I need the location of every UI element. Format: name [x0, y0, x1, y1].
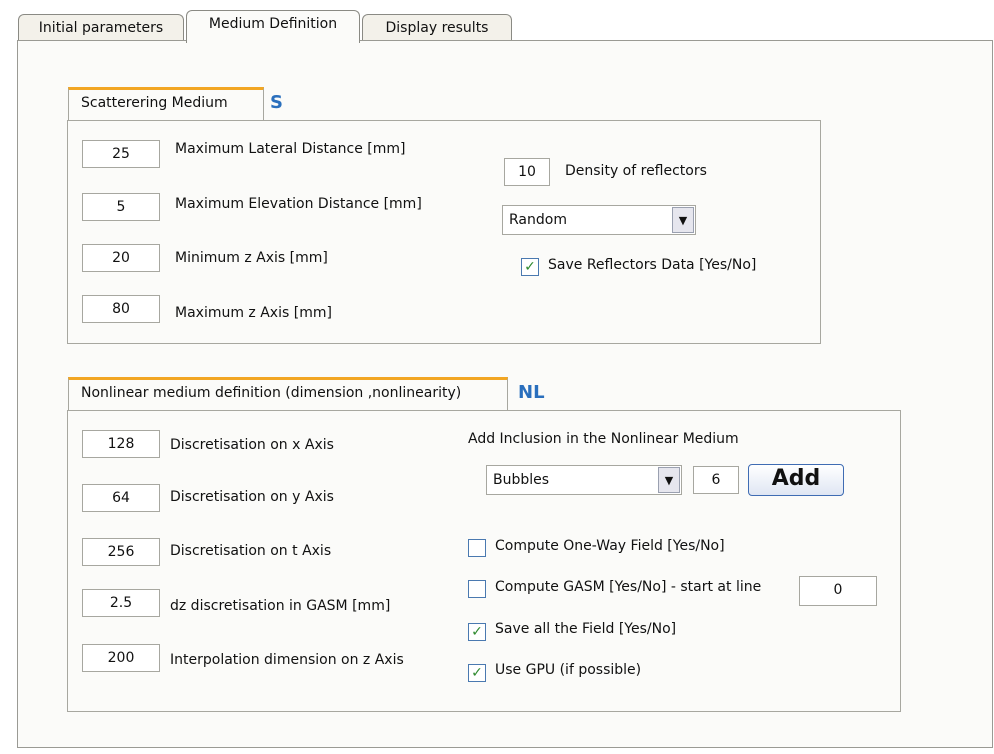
compute-gasm-label: Compute GASM [Yes/No] - start at line	[495, 579, 762, 595]
z-interpolation-label: Interpolation dimension on z Axis	[170, 652, 404, 668]
save-all-field-checkbox[interactable]: ✓	[468, 623, 486, 641]
x-discretisation-label: Discretisation on x Axis	[170, 437, 334, 453]
save-all-field-label: Save all the Field [Yes/No]	[495, 621, 677, 637]
use-gpu-label: Use GPU (if possible)	[495, 662, 642, 678]
gasm-start-line-field[interactable]: 0	[799, 576, 877, 606]
lateral-distance-label: Maximum Lateral Distance [mm]	[175, 141, 406, 157]
nonlinear-group-title: Nonlinear medium definition (dimension ,…	[68, 377, 508, 411]
use-gpu-checkbox[interactable]: ✓	[468, 664, 486, 682]
min-z-axis-field[interactable]: 20	[82, 244, 160, 272]
x-discretisation-field[interactable]: 128	[82, 430, 160, 458]
dz-discretisation-field[interactable]: 2.5	[82, 589, 160, 617]
nonlinear-tag: NL	[518, 382, 545, 403]
lateral-distance-field[interactable]: 25	[82, 140, 160, 168]
density-field[interactable]: 10	[504, 158, 550, 186]
one-way-field-checkbox[interactable]	[468, 539, 486, 557]
tab-display-results[interactable]: Display results	[362, 14, 512, 40]
save-reflectors-checkbox[interactable]: ✓	[521, 258, 539, 276]
density-label: Density of reflectors	[565, 163, 707, 179]
save-reflectors-label: Save Reflectors Data [Yes/No]	[548, 257, 757, 273]
elevation-distance-field[interactable]: 5	[82, 193, 160, 221]
t-discretisation-field[interactable]: 256	[82, 538, 160, 566]
add-inclusion-button[interactable]: Add	[748, 464, 844, 496]
elevation-distance-label: Maximum Elevation Distance [mm]	[175, 196, 422, 212]
min-z-axis-label: Minimum z Axis [mm]	[175, 250, 328, 266]
tab-bar: Initial parameters Medium Definition Dis…	[0, 0, 994, 43]
distribution-select[interactable]: Random ▼	[502, 205, 696, 235]
chevron-down-icon[interactable]: ▼	[672, 207, 694, 233]
inclusion-type-value: Bubbles	[493, 472, 550, 488]
scattering-group-title: Scatterering Medium	[68, 87, 264, 121]
one-way-field-label: Compute One-Way Field [Yes/No]	[495, 538, 725, 554]
max-z-axis-label: Maximum z Axis [mm]	[175, 305, 332, 321]
distribution-value: Random	[509, 212, 567, 228]
inclusion-title: Add Inclusion in the Nonlinear Medium	[468, 431, 739, 447]
compute-gasm-checkbox[interactable]	[468, 580, 486, 598]
chevron-down-icon[interactable]: ▼	[658, 467, 680, 493]
inclusion-count-field[interactable]: 6	[693, 466, 739, 494]
y-discretisation-label: Discretisation on y Axis	[170, 489, 334, 505]
scattering-tag: S	[270, 92, 283, 113]
tab-initial-parameters[interactable]: Initial parameters	[18, 14, 184, 40]
max-z-axis-field[interactable]: 80	[82, 295, 160, 323]
tab-medium-definition[interactable]: Medium Definition	[186, 10, 360, 43]
t-discretisation-label: Discretisation on t Axis	[170, 543, 332, 559]
z-interpolation-field[interactable]: 200	[82, 644, 160, 672]
dz-discretisation-label: dz discretisation in GASM [mm]	[170, 598, 391, 614]
inclusion-type-select[interactable]: Bubbles ▼	[486, 465, 682, 495]
y-discretisation-field[interactable]: 64	[82, 484, 160, 512]
